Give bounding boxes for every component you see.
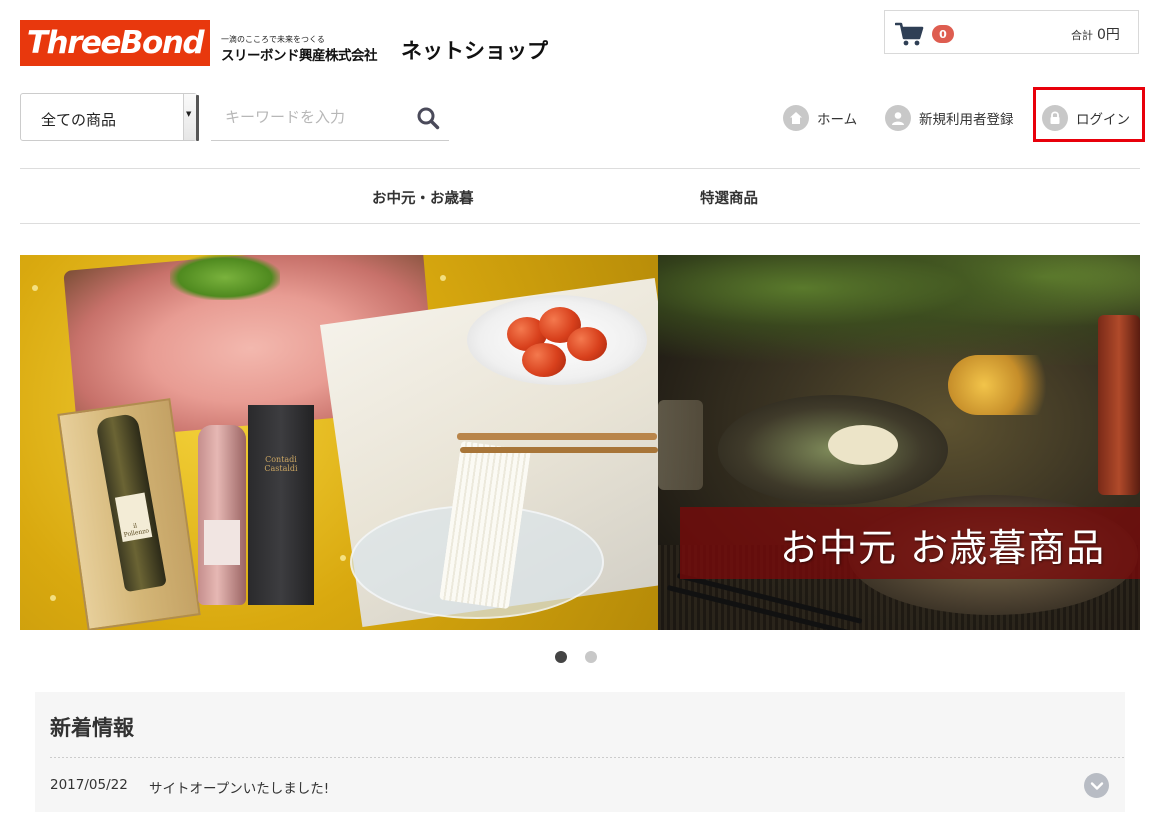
- gift-box: Contadi Castaldi: [248, 405, 314, 605]
- login-link-label: ログイン: [1076, 112, 1130, 128]
- news-divider: [50, 757, 1125, 758]
- home-icon: [783, 105, 809, 131]
- slider-dots: [555, 651, 597, 663]
- select-arrow[interactable]: ▼: [183, 94, 196, 140]
- cart-total-label: 合計: [1071, 29, 1093, 42]
- threebond-logo[interactable]: ThreeBond: [20, 20, 210, 66]
- news-title: 新着情報: [50, 716, 134, 740]
- login-link[interactable]: ログイン: [1042, 103, 1130, 133]
- cart-total-value: 0円: [1097, 27, 1120, 43]
- food-garnish: [948, 355, 1068, 415]
- gift-brand-text: Contadi Castaldi: [264, 455, 298, 473]
- cart-count-badge: 0: [932, 25, 954, 43]
- register-link[interactable]: 新規利用者登録: [885, 103, 1014, 133]
- chevron-down-icon: [1090, 781, 1103, 790]
- home-link-label: ホーム: [817, 112, 858, 128]
- company-name: スリーボンド興産株式会社: [221, 48, 378, 64]
- category-item-special[interactable]: 特選商品: [700, 187, 758, 208]
- expand-button[interactable]: [1084, 773, 1109, 798]
- sparkle: [340, 555, 346, 561]
- sparkle: [440, 275, 446, 281]
- shop-title: ネットショップ: [401, 39, 548, 63]
- sparkle: [50, 595, 56, 601]
- wine-label-text: il Pollenzo: [123, 522, 150, 539]
- chopstick: [460, 447, 658, 453]
- search-field: [211, 93, 449, 141]
- category-item-ochugen-oseibo[interactable]: お中元・お歳暮: [372, 187, 474, 208]
- hero-banner[interactable]: il Pollenzo Contadi Castaldi お中元 お歳暮商品: [20, 255, 1140, 630]
- news-date: 2017/05/22: [50, 777, 128, 793]
- rose-bottle: [198, 425, 246, 605]
- category-select[interactable]: 全ての商品 ▼: [20, 93, 197, 141]
- noodles: [828, 425, 898, 465]
- register-link-label: 新規利用者登録: [919, 112, 1014, 128]
- greens-garnish: [170, 255, 280, 300]
- home-link[interactable]: ホーム: [783, 103, 857, 133]
- sparkle: [32, 285, 38, 291]
- wine-label: il Pollenzo: [114, 492, 153, 543]
- search-icon[interactable]: [416, 106, 440, 130]
- chopstick: [457, 433, 657, 440]
- greenery: [658, 255, 1140, 365]
- cart-summary[interactable]: 0 合計 0円: [884, 10, 1139, 54]
- banner-gift-collage: il Pollenzo Contadi Castaldi: [20, 255, 658, 630]
- select-edge: [196, 95, 199, 141]
- umeboshi: [522, 343, 566, 377]
- category-selected-value: 全ての商品: [41, 111, 117, 129]
- glass: [1098, 315, 1140, 495]
- lock-icon: [1042, 105, 1068, 131]
- umeboshi-dish: [467, 295, 647, 385]
- umeboshi: [567, 327, 607, 361]
- cart-icon: [895, 22, 924, 46]
- category-nav: お中元・お歳暮 特選商品: [20, 168, 1140, 224]
- glass: [658, 400, 703, 490]
- slider-dot-1[interactable]: [555, 651, 567, 663]
- logo-text: ThreeBond: [26, 24, 205, 61]
- slider-dot-2[interactable]: [585, 651, 597, 663]
- search-input[interactable]: [211, 93, 415, 140]
- user-icon: [885, 105, 911, 131]
- banner-caption: お中元 お歳暮商品: [780, 526, 1106, 570]
- rose-label: [204, 520, 240, 565]
- caret-down-icon: ▼: [186, 110, 192, 118]
- news-section: 新着情報 2017/05/22 サイトオープンいたしました!: [35, 692, 1125, 812]
- news-headline[interactable]: サイトオープンいたしました!: [149, 777, 329, 797]
